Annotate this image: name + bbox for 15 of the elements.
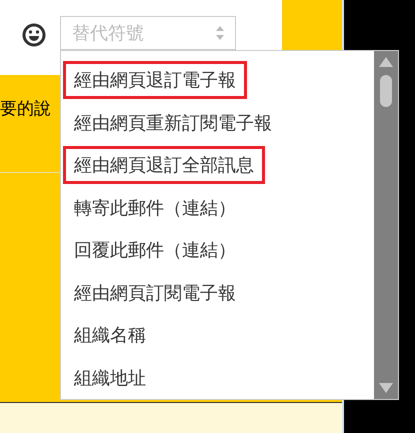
menu-option[interactable]: 經由網頁重新訂閱電子報 (63, 104, 283, 142)
scroll-up-icon[interactable] (379, 57, 393, 67)
menu-option[interactable]: 經由網頁訂閱電子報 (63, 274, 247, 312)
menu-option[interactable]: 回覆此郵件（連結） (63, 231, 247, 270)
sort-arrows-icon (215, 25, 225, 41)
scroll-thumb[interactable] (380, 75, 392, 107)
smiley-icon (22, 23, 46, 47)
menu-option[interactable]: 經由網頁退訂電子報 (63, 61, 247, 100)
scrollbar[interactable] (374, 51, 398, 399)
menu-option[interactable]: 經由網頁退訂全部訊息 (63, 146, 265, 184)
menu-option[interactable]: 組織地址 (63, 358, 157, 397)
scroll-down-icon[interactable] (379, 383, 393, 393)
menu-option[interactable]: 轉寄此郵件（連結） (63, 188, 247, 227)
menu-option[interactable]: 組織名稱 (63, 316, 157, 354)
description-text: 要的說 (0, 98, 52, 120)
